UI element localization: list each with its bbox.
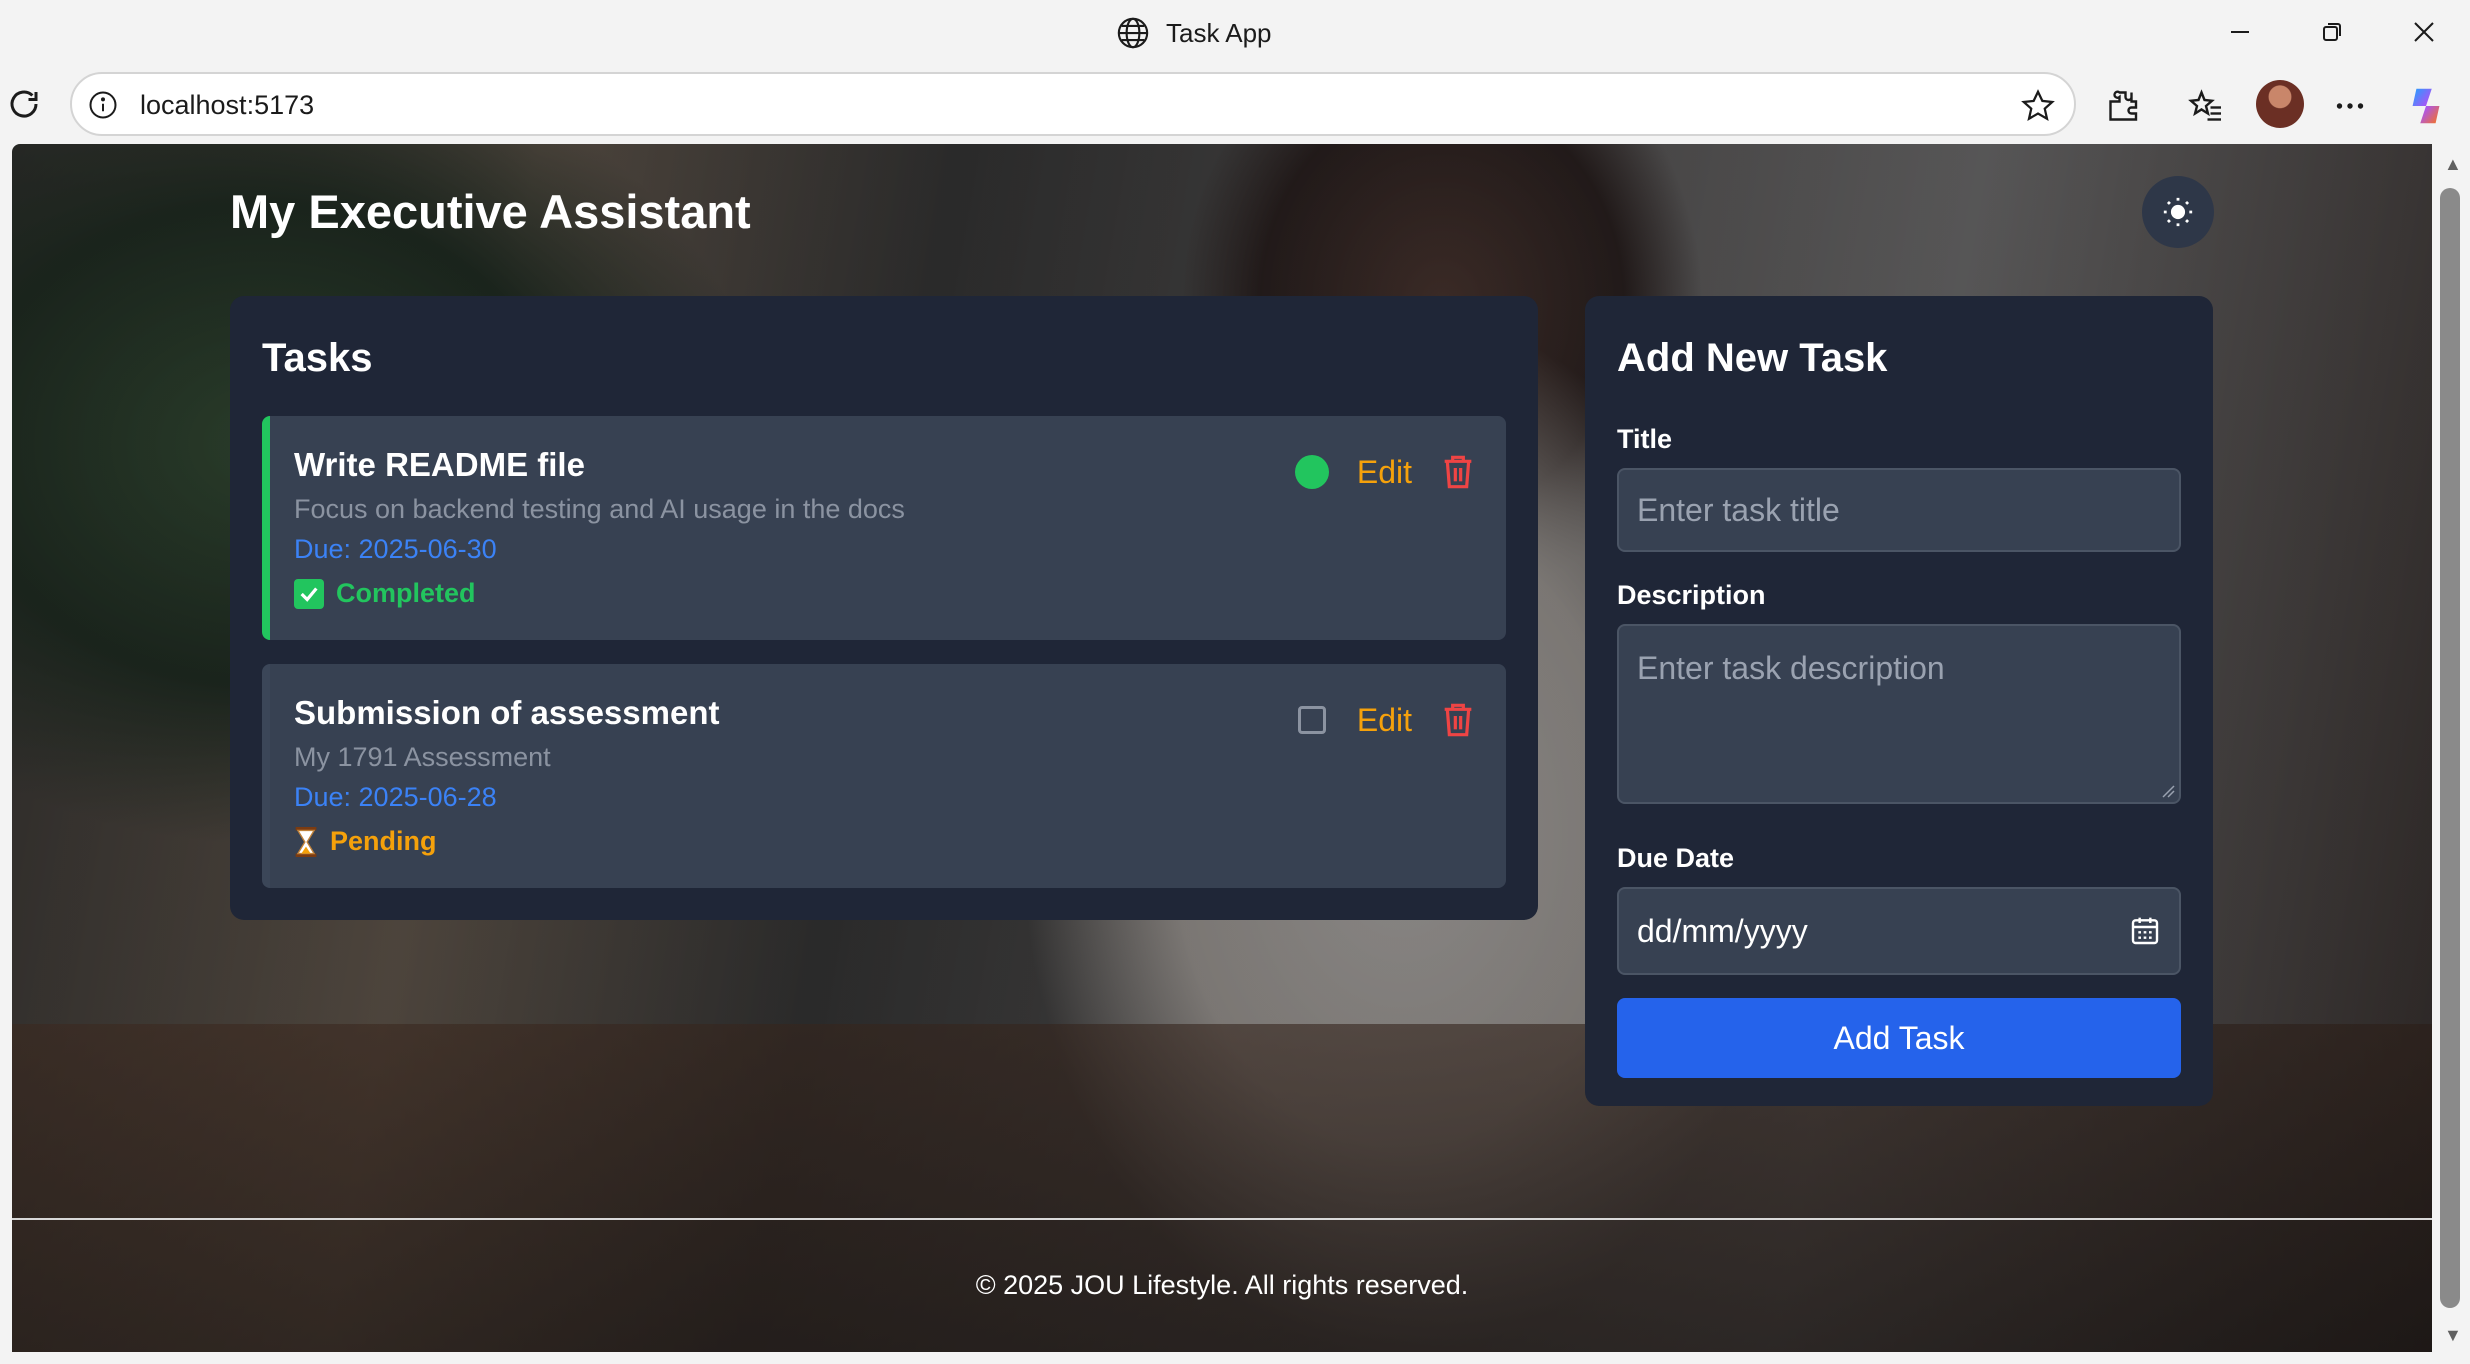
app-title: My Executive Assistant: [230, 185, 751, 238]
window-title: Task App: [1116, 14, 1272, 52]
due-date-label: Due Date: [1617, 843, 1735, 873]
close-icon: [2414, 22, 2434, 42]
title-placeholder: Enter task title: [1637, 491, 1840, 528]
favorite-star-icon[interactable]: [2020, 88, 2056, 124]
task-status: Completed: [294, 578, 476, 609]
task-status-label: Completed: [336, 578, 476, 608]
task-title: Write README file: [294, 446, 585, 483]
footer-text: © 2025 JOU Lifestyle. All rights reserve…: [975, 1270, 1469, 1300]
profile-avatar[interactable]: [2256, 80, 2304, 128]
title-label: Title: [1617, 424, 1673, 454]
restore-button[interactable]: [2302, 10, 2362, 54]
minimize-icon: [2231, 31, 2249, 33]
add-task-button[interactable]: Add Task: [1617, 998, 2181, 1078]
complete-toggle[interactable]: [1294, 455, 1329, 489]
page-scrollbar[interactable]: ▲ ▼: [2432, 144, 2470, 1352]
window-titlebar: Task App: [0, 0, 2470, 66]
sun-icon: [2163, 197, 2193, 227]
task-due-date: Due: 2025-06-30: [294, 534, 497, 564]
resize-handle-icon[interactable]: [2161, 784, 2175, 798]
description-placeholder: Enter task description: [1637, 650, 1945, 686]
footer-divider: [12, 1218, 2432, 1220]
title-input[interactable]: Enter task title: [1617, 468, 2181, 552]
edit-button[interactable]: Edit: [1357, 702, 1412, 739]
extensions-icon[interactable]: [2104, 86, 2144, 126]
browser-toolbar: localhost:5173: [0, 66, 2470, 144]
delete-button[interactable]: [1440, 452, 1476, 492]
task-title: Submission of assessment: [294, 694, 720, 731]
copilot-icon[interactable]: [2402, 82, 2450, 130]
task-status-label: Pending: [330, 826, 437, 856]
calendar-icon[interactable]: [2129, 915, 2161, 947]
address-bar[interactable]: localhost:5173: [70, 72, 2076, 136]
tasks-panel: Tasks Write README file Focus on backend…: [230, 296, 1538, 920]
add-task-panel: Add New Task Title Enter task title Desc…: [1585, 296, 2213, 1106]
due-date-input[interactable]: dd/mm/yyyy: [1617, 887, 2181, 975]
check-box-icon: [294, 578, 324, 609]
task-description: My 1791 Assessment: [294, 742, 551, 772]
url-text: localhost:5173: [140, 90, 315, 120]
scroll-up-icon[interactable]: ▲: [2444, 154, 2462, 175]
window-bottom-edge: [0, 1352, 2470, 1364]
delete-button[interactable]: [1440, 700, 1476, 740]
task-card: Submission of assessment My 1791 Assessm…: [262, 664, 1506, 888]
reload-icon: [10, 90, 38, 118]
task-actions: Edit: [1295, 700, 1476, 740]
task-card: Write README file Focus on backend testi…: [262, 416, 1506, 640]
theme-toggle-button[interactable]: [2142, 176, 2214, 248]
scroll-down-icon[interactable]: ▼: [2444, 1325, 2462, 1346]
close-window-button[interactable]: [2394, 10, 2454, 54]
scrollbar-thumb[interactable]: [2440, 188, 2460, 1308]
task-description: Focus on backend testing and AI usage in…: [294, 494, 905, 524]
minimize-button[interactable]: [2210, 10, 2270, 54]
task-due-date: Due: 2025-06-28: [294, 782, 497, 812]
edit-button[interactable]: Edit: [1357, 454, 1412, 491]
tasks-heading: Tasks: [262, 336, 373, 380]
page-viewport: My Executive Assistant Tasks Write READM…: [12, 144, 2432, 1352]
hourglass-icon: [295, 826, 317, 857]
globe-icon: [1117, 17, 1149, 49]
due-date-placeholder: dd/mm/yyyy: [1637, 912, 1808, 949]
task-actions: Edit: [1294, 452, 1476, 492]
description-textarea[interactable]: Enter task description: [1617, 624, 2181, 804]
add-task-heading: Add New Task: [1617, 336, 1888, 380]
description-label: Description: [1617, 580, 1766, 610]
site-info-icon[interactable]: [86, 88, 120, 122]
trash-icon: [1444, 703, 1472, 737]
restore-icon: [2323, 23, 2341, 41]
window-title-text: Task App: [1166, 17, 1272, 48]
complete-checkbox[interactable]: [1297, 706, 1326, 734]
reload-button[interactable]: [4, 84, 44, 124]
favorites-icon[interactable]: [2186, 86, 2226, 126]
more-options-icon[interactable]: [2330, 86, 2370, 126]
trash-icon: [1444, 455, 1472, 489]
task-status: Pending: [294, 826, 437, 857]
